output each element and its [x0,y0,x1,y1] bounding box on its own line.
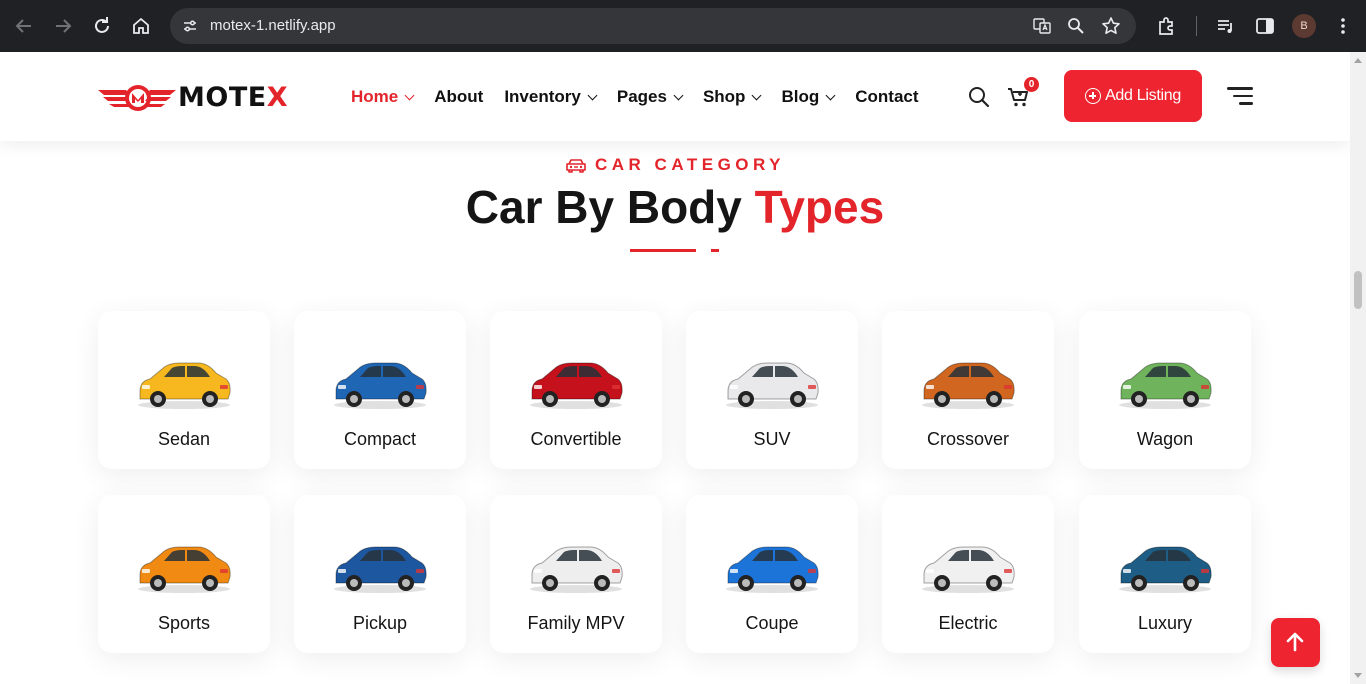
category-label: Sports [157,613,211,633]
back-to-top-button[interactable] [1271,618,1320,667]
blue-coupe-image [726,546,819,593]
scrollbar-thumb[interactable] [1354,271,1362,309]
category-label: Convertible [530,429,622,449]
nav-item-home[interactable]: Home [351,87,415,107]
nav-item-about[interactable]: About [434,87,483,107]
white-suv-image [726,362,819,409]
category-label: Electric [938,613,998,633]
category-card[interactable]: Coupe [686,495,858,653]
nav-item-inventory[interactable]: Inventory [504,87,598,107]
category-card[interactable]: Luxury [1079,495,1251,653]
cart-count-badge: 0 [1024,77,1039,92]
arrow-up-icon [1286,632,1304,652]
browser-toolbar: motex-1.netlify.app B [0,0,1366,52]
reading-list-icon[interactable] [1214,14,1238,38]
motex-wing-icon [98,85,176,111]
white-minivan-image [530,546,623,593]
chevron-down-icon [404,90,415,100]
nav-item-contact[interactable]: Contact [855,87,918,107]
chevron-down-icon [587,90,598,100]
nav-item-pages[interactable]: Pages [617,87,684,107]
forward-arrow-icon[interactable] [51,14,75,38]
category-label: Luxury [1137,613,1193,633]
zoom-icon[interactable] [1066,16,1086,36]
white-electric-car-image [922,546,1015,593]
blue-luxury-car-image [1119,546,1212,593]
category-label: Pickup [352,613,408,633]
section-eyebrow: CAR CATEGORY [0,155,1350,175]
bookmark-star-icon[interactable] [1101,16,1121,36]
address-bar[interactable]: motex-1.netlify.app [170,8,1136,44]
green-wagon-image [1119,362,1212,409]
category-card[interactable]: Family MPV [490,495,662,653]
orange-sports-car-image [138,546,231,593]
blue-pickup-truck-image [334,546,427,593]
search-icon[interactable] [967,85,991,109]
chevron-down-icon [752,90,762,100]
toolbar-divider [1196,16,1197,36]
category-card[interactable]: Pickup [294,495,466,653]
web-page: MOTEX Home About Inventory Pages Shop Bl… [0,52,1350,684]
blue-compact-suv-image [334,362,427,409]
category-card[interactable]: Electric [882,495,1054,653]
car-outline-icon [566,159,586,173]
category-card[interactable]: Wagon [1079,311,1251,469]
chevron-down-icon [825,90,836,100]
category-card[interactable]: Compact [294,311,466,469]
extensions-icon[interactable] [1155,14,1179,38]
logo-wordmark: MOTEX [178,81,289,113]
title-underline-dot [711,249,719,252]
add-listing-button[interactable]: Add Listing [1064,70,1202,122]
category-card[interactable]: SUV [686,311,858,469]
browser-menu-icon[interactable] [1331,14,1355,38]
scroll-up-icon[interactable] [1354,58,1362,63]
category-label: Compact [343,429,417,449]
profile-avatar[interactable]: B [1292,14,1316,38]
section-title: Car By Body Types [465,181,885,233]
hamburger-menu-icon[interactable] [1227,85,1253,107]
url-text[interactable]: motex-1.netlify.app [210,17,336,34]
category-label: Crossover [926,429,1010,449]
home-icon[interactable] [129,14,153,38]
category-label: SUV [753,429,791,449]
category-label: Wagon [1136,429,1194,449]
back-arrow-icon[interactable] [12,14,36,38]
orange-crossover-image [922,362,1015,409]
nav-item-shop[interactable]: Shop [703,87,762,107]
translate-icon[interactable] [1032,16,1052,36]
category-card[interactable]: Sports [98,495,270,653]
category-card[interactable]: Crossover [882,311,1054,469]
category-label: Sedan [157,429,211,449]
red-convertible-car-image [530,362,623,409]
category-card[interactable]: Sedan [98,311,270,469]
site-header: MOTEX Home About Inventory Pages Shop Bl… [0,52,1350,141]
nav-item-blog[interactable]: Blog [781,87,836,107]
plus-circle-icon [1085,88,1102,104]
scroll-down-icon[interactable] [1354,673,1362,678]
category-label: Family MPV [527,613,625,633]
category-label: Coupe [745,613,799,633]
chevron-down-icon [673,90,684,100]
reload-icon[interactable] [90,14,114,38]
site-settings-icon[interactable] [180,16,200,36]
title-underline [630,249,696,252]
yellow-sedan-car-image [138,362,231,409]
main-navigation: Home About Inventory Pages Shop Blog Con… [351,86,940,108]
site-logo[interactable]: MOTEX [98,79,288,115]
side-panel-icon[interactable] [1253,14,1277,38]
page-scrollbar[interactable] [1350,52,1366,684]
category-card[interactable]: Convertible [490,311,662,469]
